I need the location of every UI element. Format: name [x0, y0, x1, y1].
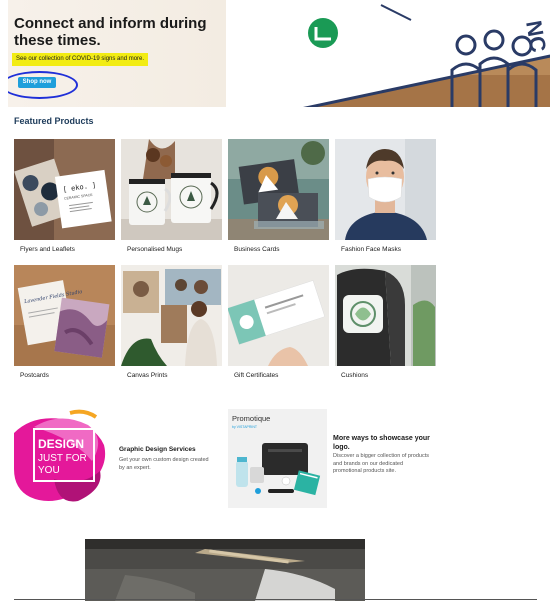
flyers-image[interactable]: [ eko. ] CERAMIC SPACE [14, 139, 115, 240]
product-label[interactable]: Postcards [20, 372, 115, 380]
bottom-promo-image[interactable] [85, 539, 365, 601]
cushions-image[interactable] [335, 265, 436, 366]
product-card-business-cards[interactable]: Business Cards [228, 139, 329, 254]
promotique-description: Discover a bigger collection of products… [333, 453, 429, 474]
hero-image-signage: NC [226, 0, 550, 107]
postcards-image[interactable]: Lavender Fields Studio [14, 265, 115, 366]
product-label[interactable]: Cushions [341, 372, 436, 380]
mugs-image[interactable] [121, 139, 222, 240]
product-card-canvas-prints[interactable]: Canvas Prints [121, 265, 222, 380]
face-masks-image[interactable] [335, 139, 436, 240]
product-card-face-masks[interactable]: Fashion Face Masks [335, 139, 436, 254]
product-card-postcards[interactable]: Lavender Fields Studio Postcards [14, 265, 115, 380]
graphic-design-image[interactable]: DESIGN JUST FOR YOU [14, 409, 110, 508]
product-card-cushions[interactable]: Cushions [335, 265, 436, 380]
shop-now-button[interactable]: Shop now [18, 77, 56, 88]
promotique-title[interactable]: More ways to showcase your logo. [333, 434, 433, 452]
product-label[interactable]: Flyers and Leaflets [20, 246, 115, 254]
graphic-design-description: Get your own custom design created by an… [119, 457, 209, 471]
hero-title: Connect and inform during these times. [14, 15, 207, 49]
product-card-mugs[interactable]: Personalised Mugs [121, 139, 222, 254]
canvas-prints-image[interactable] [121, 265, 222, 366]
business-cards-image[interactable] [228, 139, 329, 240]
design-text-3: YOU [38, 465, 60, 476]
page-divider [14, 599, 537, 600]
product-label[interactable]: Personalised Mugs [127, 246, 222, 254]
product-label[interactable]: Gift Certificates [234, 372, 329, 380]
promotique-logo: Promotique [232, 414, 270, 423]
featured-products-heading: Featured Products [14, 116, 94, 126]
gift-certificates-image[interactable] [228, 265, 329, 366]
hero-highlight-text: See our collection of COVID-19 signs and… [12, 53, 149, 66]
product-label[interactable]: Canvas Prints [127, 372, 222, 380]
promotique-image[interactable]: Promotique by VISTAPRINT [228, 409, 327, 508]
design-text-1: DESIGN [38, 437, 84, 451]
promotique-logo-sub: by VISTAPRINT [232, 425, 258, 429]
graphic-design-title[interactable]: Graphic Design Services [119, 446, 196, 453]
design-text-2: JUST FOR [38, 453, 87, 464]
hero-banner[interactable]: Connect and inform during these times. S… [8, 0, 550, 107]
product-card-flyers[interactable]: [ eko. ] CERAMIC SPACE Flyers and Leafle… [14, 139, 115, 254]
product-card-gift-certificates[interactable]: Gift Certificates [228, 265, 329, 380]
product-label[interactable]: Business Cards [234, 246, 329, 254]
product-label[interactable]: Fashion Face Masks [341, 246, 436, 254]
